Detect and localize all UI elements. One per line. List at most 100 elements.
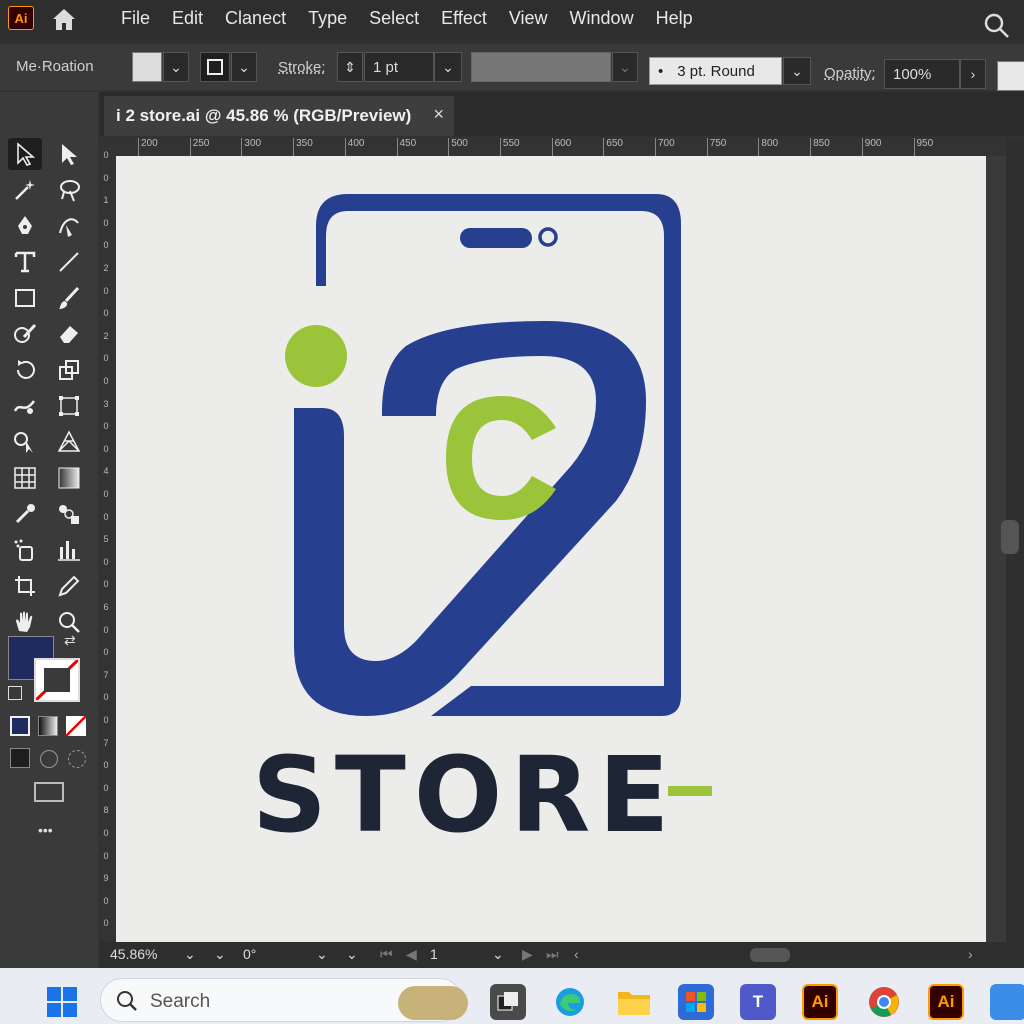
home-icon[interactable] (50, 6, 78, 32)
chevron-down-icon[interactable]: ⌄ (316, 946, 328, 963)
close-icon[interactable]: × (433, 104, 444, 125)
hand-tool-icon[interactable] (8, 606, 42, 638)
stroke-stepper[interactable]: ⇕ (337, 52, 363, 82)
menu-window[interactable]: Window (559, 4, 645, 33)
menu-bar: Ai File Edit Clanect Type Select Effect … (0, 0, 1024, 40)
stroke-color-swatch[interactable] (34, 658, 80, 702)
first-artboard-icon[interactable]: ⏮ (380, 946, 393, 963)
artboard-number[interactable]: 1 (430, 946, 438, 962)
menu-type[interactable]: Type (297, 4, 358, 33)
type-tool-icon[interactable] (8, 246, 42, 278)
artboard-canvas[interactable]: STORE (116, 156, 986, 942)
selection-tool-icon[interactable] (8, 138, 42, 170)
scroll-right-icon[interactable]: › (968, 946, 973, 962)
gradient-tool-icon[interactable] (52, 462, 86, 494)
ruler-tick-label: 4 (103, 466, 109, 477)
warp-tool-icon[interactable] (8, 390, 42, 422)
brush-dropdown[interactable]: ⌄ (783, 57, 811, 85)
photos-app-icon[interactable] (990, 984, 1024, 1020)
brush-definition[interactable]: • 3 pt. Round (649, 57, 782, 85)
mesh-tool-icon[interactable] (8, 462, 42, 494)
swap-fill-stroke-icon[interactable]: ⇄ (64, 632, 76, 649)
ruler-tick-label: 0 (103, 285, 109, 296)
default-colors-icon[interactable] (8, 686, 22, 700)
free-transform-tool-icon[interactable] (52, 390, 86, 422)
style-swatch[interactable] (997, 61, 1024, 91)
stroke-swatch[interactable] (200, 52, 230, 82)
shaper-tool-icon[interactable] (8, 318, 42, 350)
last-artboard-icon[interactable]: ⏭ (546, 946, 559, 963)
next-artboard-icon[interactable]: ▶ (522, 946, 533, 963)
task-view-icon[interactable] (490, 984, 526, 1020)
menu-view[interactable]: View (498, 4, 559, 33)
variable-width-profile[interactable] (471, 52, 611, 82)
screen-mode-icon[interactable] (34, 782, 64, 802)
eyedropper-tool-icon[interactable] (8, 498, 42, 530)
fill-swatch[interactable] (132, 52, 162, 82)
search-icon[interactable] (983, 12, 1011, 40)
draw-inside-icon[interactable] (68, 750, 86, 768)
chevron-down-icon[interactable]: ⌄ (214, 946, 226, 963)
rectangle-tool-icon[interactable] (8, 282, 42, 314)
chrome-browser-icon[interactable] (866, 984, 902, 1020)
direct-selection-tool-icon[interactable] (52, 138, 86, 170)
chevron-down-icon[interactable]: ⌄ (492, 946, 504, 963)
menu-file[interactable]: File (110, 4, 161, 33)
scale-tool-icon[interactable] (52, 354, 86, 386)
blend-tool-icon[interactable] (52, 498, 86, 530)
scroll-left-icon[interactable]: ‹ (574, 946, 579, 962)
opacity-arrow[interactable]: › (960, 59, 986, 89)
draw-behind-icon[interactable] (40, 750, 58, 768)
draw-normal-icon[interactable] (10, 748, 30, 768)
symbol-sprayer-tool-icon[interactable] (8, 534, 42, 566)
file-explorer-icon[interactable] (616, 984, 652, 1020)
stroke-swatch-dropdown[interactable]: ⌄ (231, 52, 257, 82)
color-mode-icon[interactable] (10, 716, 30, 736)
curvature-tool-icon[interactable] (52, 210, 86, 242)
menu-edit[interactable]: Edit (161, 4, 214, 33)
pen-tool-icon[interactable] (8, 210, 42, 242)
windows-start-icon[interactable] (44, 984, 80, 1020)
horizontal-ruler: 200 250 300 350 400 450 500 550 600 650 700 750 800 8… (116, 138, 1006, 156)
more-tools-icon[interactable]: ••• (38, 822, 53, 838)
microsoft-store-icon[interactable] (678, 984, 714, 1020)
gradient-mode-icon[interactable] (38, 716, 58, 736)
perspective-grid-tool-icon[interactable] (52, 426, 86, 458)
illustrator-taskbar-icon[interactable]: Ai (802, 984, 838, 1020)
rotate-tool-icon[interactable] (8, 354, 42, 386)
eraser-tool-icon[interactable] (52, 318, 86, 350)
none-mode-icon[interactable] (65, 715, 87, 737)
teams-icon[interactable]: T (740, 984, 776, 1020)
horizontal-scroll-thumb[interactable] (750, 948, 790, 962)
previous-artboard-icon[interactable]: ◀ (406, 946, 417, 963)
ruler-tick-label: 0 (103, 556, 109, 567)
rotation-value[interactable]: 0° (243, 946, 256, 962)
vertical-scroll-thumb[interactable] (1001, 520, 1019, 554)
opacity-input[interactable]: 100% (884, 59, 960, 89)
fill-dropdown[interactable]: ⌄ (163, 52, 189, 82)
chevron-down-icon[interactable]: ⌄ (184, 946, 196, 963)
document-tab[interactable]: i 2 store.ai @ 45.86 % (RGB/Preview) × (104, 96, 454, 136)
illustrator-active-taskbar-icon[interactable]: Ai (928, 984, 964, 1020)
paintbrush-tool-icon[interactable] (52, 282, 86, 314)
line-tool-icon[interactable] (52, 246, 86, 278)
artboard-tool-icon[interactable] (8, 570, 42, 602)
profile-dropdown[interactable]: ⌄ (612, 52, 638, 82)
pencil-tool-icon[interactable] (52, 570, 86, 602)
stroke-weight-dropdown[interactable]: ⌄ (434, 52, 462, 82)
menu-object[interactable]: Clanect (214, 4, 297, 33)
lasso-tool-icon[interactable] (52, 174, 86, 206)
zoom-level[interactable]: 45.86% (110, 946, 157, 962)
ruler-tick-label: 350 (293, 138, 313, 156)
chevron-down-icon[interactable]: ⌄ (346, 946, 358, 963)
edge-browser-icon[interactable] (552, 984, 588, 1020)
menu-help[interactable]: Help (645, 4, 704, 33)
column-graph-tool-icon[interactable] (52, 534, 86, 566)
stroke-weight-input[interactable]: 1 pt (364, 52, 434, 82)
ruler-tick-label: 0 (103, 376, 109, 386)
search-highlight-icon[interactable] (398, 986, 468, 1020)
menu-select[interactable]: Select (358, 4, 430, 33)
menu-effect[interactable]: Effect (430, 4, 498, 33)
shape-builder-tool-icon[interactable] (8, 426, 42, 458)
magic-wand-tool-icon[interactable] (8, 174, 42, 206)
